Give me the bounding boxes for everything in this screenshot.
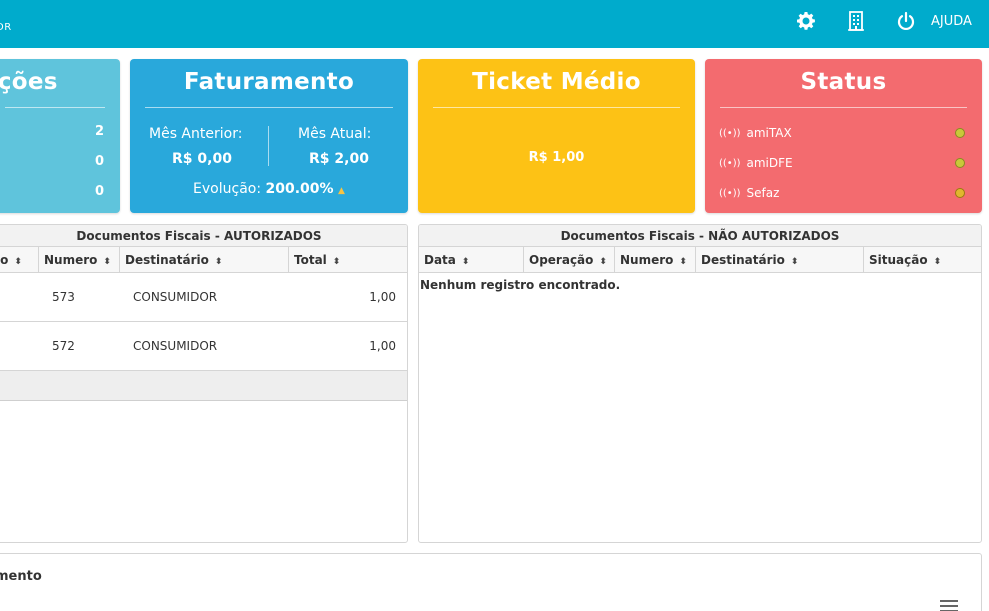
sort-icon: ⬍ [461,257,470,267]
panel-title: Documentos Fiscais - NÃO AUTORIZADOS [419,225,981,247]
broadcast-icon: ((•)) [719,127,741,139]
divider [433,107,680,108]
current-month-label: Mês Atual: [298,126,372,142]
column-header-situacao[interactable]: Situação ⬍ [863,247,981,273]
cell-total: 1,00 [369,290,396,304]
hamburger-menu-icon[interactable] [940,600,958,611]
column-header-destinatario[interactable]: Destinatário ⬍ [119,247,287,273]
top-bar: DR AJUDA [0,0,989,48]
empty-message: Nenhum registro encontrado. [420,278,621,292]
card-title: ações [0,69,58,95]
panel-title: Documentos Fiscais - AUTORIZADOS [0,225,407,247]
table-footer [0,371,407,401]
sort-icon: ⬍ [103,257,111,267]
status-item-label: amiTAX [746,126,792,140]
power-icon[interactable] [895,10,917,32]
operations-value: 2 [94,124,104,139]
divider [268,126,269,166]
trend-up-icon: ▲ [338,186,345,196]
not-authorized-documents-panel: Documentos Fiscais - NÃO AUTORIZADOS Dat… [418,224,982,543]
divider [720,107,967,108]
column-header-numero[interactable]: Numero ⬍ [38,247,118,273]
panel-title: mento [0,569,42,584]
help-link[interactable]: AJUDA [931,14,972,29]
bottom-panel: mento [0,553,982,611]
ticket-card: Ticket Médio R$ 1,00 [418,59,695,213]
cell-numero: 572 [52,339,75,353]
sort-icon: ⬍ [790,257,799,267]
brand-text: DR [0,22,12,33]
sort-icon: ⬍ [14,257,22,267]
sort-icon: ⬍ [214,257,223,267]
operations-card: ações 2 0 0 [0,59,120,213]
operations-value: 0 [94,154,104,169]
previous-month-label: Mês Anterior: [149,126,243,142]
authorized-documents-panel: Documentos Fiscais - AUTORIZADOS io⬍ Num… [0,224,408,543]
current-month-value: R$ 2,00 [309,151,369,167]
billing-card: Faturamento Mês Anterior: R$ 0,00 Mês At… [130,59,408,213]
card-title: Ticket Médio [472,69,641,95]
cell-total: 1,00 [369,339,396,353]
table-header: Data ⬍ Operação ⬍ Numero ⬍ Destinatário ⬍ Si… [419,247,981,273]
table-row[interactable]: 573 CONSUMIDOR 1,00 [0,273,407,322]
sort-icon: ⬍ [332,257,341,267]
column-header-numero[interactable]: Numero ⬍ [614,247,695,273]
status-indicator [955,158,965,168]
sort-icon: ⬍ [599,257,607,267]
sort-icon: ⬍ [933,257,942,267]
status-item: ((•)) Sefaz [719,184,968,202]
evolution-value: 200.00% [265,181,334,197]
table-row[interactable]: 572 CONSUMIDOR 1,00 [0,322,407,371]
cell-destinatario: CONSUMIDOR [133,290,218,304]
status-card: Status ((•)) amiTAX ((•)) amiDFE ((•)) S… [705,59,982,213]
card-title: Status [800,69,887,95]
cell-numero: 573 [52,290,75,304]
divider [5,107,105,108]
operations-value: 0 [94,184,104,199]
broadcast-icon: ((•)) [719,157,741,169]
column-header-destinatario[interactable]: Destinatário ⬍ [695,247,863,273]
status-item: ((•)) amiTAX [719,124,968,142]
status-indicator [955,188,965,198]
column-header-operation[interactable]: io⬍ [0,247,35,273]
status-item-label: Sefaz [746,186,780,200]
divider [145,107,393,108]
evolution-label: Evolução: [193,181,262,197]
column-header-total[interactable]: Total ⬍ [288,247,407,273]
ticket-value: R$ 1,00 [528,150,585,165]
evolution: Evolução: 200.00% ▲ [130,181,408,197]
status-item-label: amiDFE [746,156,793,170]
gear-icon[interactable] [795,10,817,32]
previous-month-value: R$ 0,00 [172,151,232,167]
card-title: Faturamento [183,69,355,95]
column-header-data[interactable]: Data ⬍ [419,247,523,273]
status-indicator [955,128,965,138]
sort-icon: ⬍ [679,257,687,267]
status-item: ((•)) amiDFE [719,154,968,172]
table-header: io⬍ Numero⬍ Destinatário⬍ Total⬍ [0,247,407,273]
building-icon[interactable] [845,10,867,32]
broadcast-icon: ((•)) [719,187,741,199]
cell-destinatario: CONSUMIDOR [133,339,218,353]
column-header-operacao[interactable]: Operação ⬍ [523,247,614,273]
